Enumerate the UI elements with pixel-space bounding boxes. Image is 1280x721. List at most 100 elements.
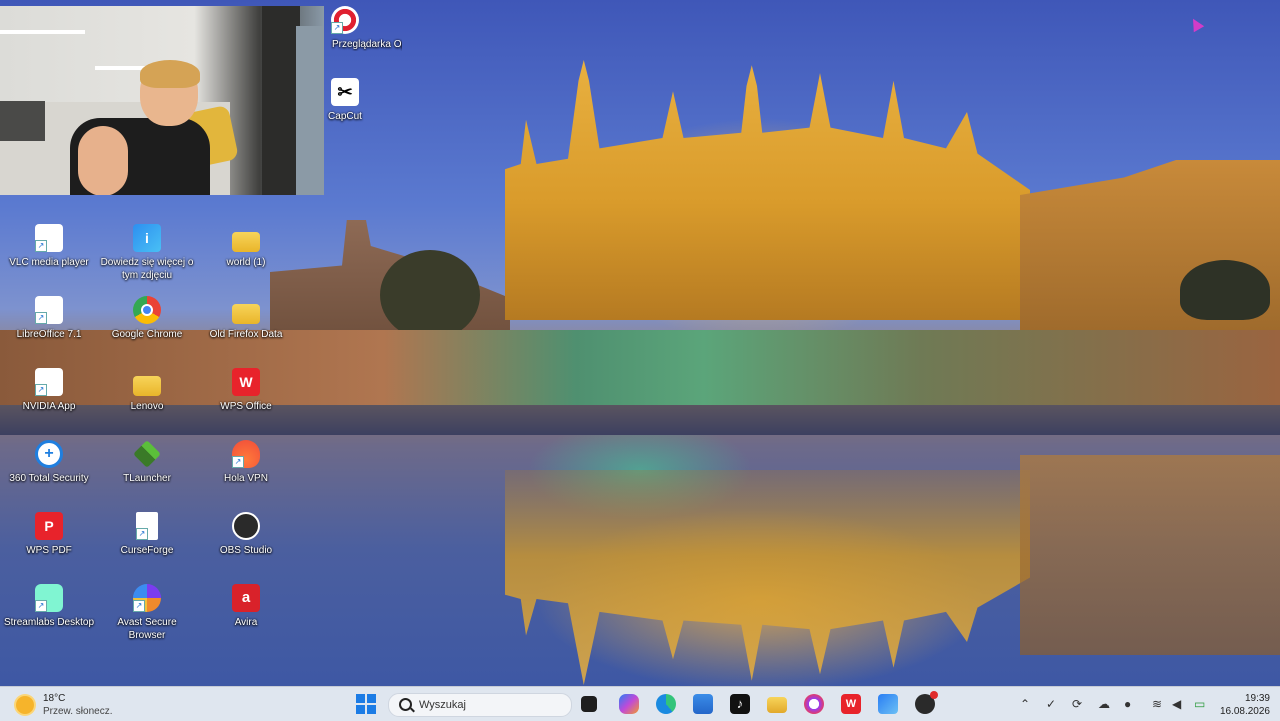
streamlabs-icon: ↗ — [35, 584, 63, 612]
taskbar-search-box[interactable]: Wyszukaj — [388, 693, 572, 717]
webcam-arm — [78, 126, 128, 195]
webcam-cushion — [0, 101, 45, 141]
wps-office-icon[interactable]: W — [841, 694, 861, 714]
wifi-icon[interactable]: ≋ — [1152, 698, 1162, 710]
wps-pdf-icon: P — [35, 512, 63, 540]
desktop-icon-360-total-security[interactable]: + 360 Total Security — [0, 440, 98, 485]
file-icon: ↗ — [136, 512, 158, 540]
obs-studio-icon[interactable] — [915, 691, 938, 714]
outlook-icon[interactable] — [878, 694, 898, 714]
tray-app-icon[interactable]: ✓ — [1046, 698, 1056, 710]
vlc-icon: ↗ — [35, 224, 63, 252]
desktop-icon-curseforge[interactable]: ↗ CurseForge — [98, 512, 196, 557]
desktop-icon-libreoffice[interactable]: ↗ LibreOffice 7.1 — [0, 296, 98, 341]
hola-icon: ↗ — [232, 440, 260, 468]
desktop-icon-streamlabs[interactable]: ↗ Streamlabs Desktop — [0, 584, 98, 629]
desktop-icon-chrome[interactable]: Google Chrome — [98, 296, 196, 341]
desktop-icon-label: Streamlabs Desktop — [3, 617, 95, 628]
mouse-cursor-icon — [1187, 15, 1205, 33]
wallpaper-tree — [380, 250, 480, 340]
nvidia-icon: ↗ — [35, 368, 63, 396]
cloud-icon[interactable]: ☁ — [1098, 698, 1110, 710]
desktop-icon-opera[interactable]: ↗ Przeglądarka Opera — [296, 6, 402, 51]
folder-icon — [133, 376, 161, 396]
task-view-icon[interactable] — [581, 696, 597, 712]
security-icon: + — [35, 440, 63, 468]
desktop-icon-vlc[interactable]: ↗ VLC media player — [0, 224, 98, 269]
sun-icon — [16, 696, 34, 714]
sync-icon[interactable]: ⟳ — [1072, 698, 1082, 710]
desktop-icon-label: Avira — [234, 617, 258, 628]
desktop-icon-label: WPS PDF — [26, 545, 72, 556]
folder-icon — [232, 232, 260, 252]
folder-icon — [232, 304, 260, 324]
edge-icon[interactable] — [656, 694, 676, 714]
taskbar-clock[interactable]: 19:39 16.08.2026 — [1220, 692, 1270, 718]
desktop-icon-learn-more[interactable]: i Dowiedz się więcej o tym zdjęciu — [98, 224, 196, 282]
libreoffice-icon: ↗ — [35, 296, 63, 324]
desktop-icon-lenovo[interactable]: Lenovo — [98, 368, 196, 413]
opera-icon: ↗ — [331, 6, 359, 34]
weather-temperature: 18°C — [43, 693, 66, 704]
desktop-icon-capcut[interactable]: ✂ CapCut — [296, 78, 394, 123]
opera-gx-icon[interactable] — [804, 694, 824, 714]
obs-icon — [232, 512, 260, 540]
start-button[interactable] — [356, 694, 376, 714]
desktop-icon-tlauncher[interactable]: TLauncher — [98, 440, 196, 485]
desktop-icon-label: Lenovo — [130, 401, 164, 412]
desktop-icon-label: VLC media player — [9, 257, 89, 268]
desktop-icon-label: Google Chrome — [111, 329, 183, 340]
webcam-shelf — [0, 30, 85, 34]
desktop-icon-label: CapCut — [328, 111, 362, 122]
desktop-icon-label: LibreOffice 7.1 — [16, 329, 82, 340]
desktop-icon-label: TLauncher — [123, 473, 171, 484]
search-icon — [399, 698, 412, 711]
desktop-icon-hola-vpn[interactable]: ↗ Hola VPN — [197, 440, 295, 485]
capcut-icon: ✂ — [331, 78, 359, 106]
desktop-icon-wps-pdf[interactable]: P WPS PDF — [0, 512, 98, 557]
tiktok-icon[interactable]: ♪ — [730, 694, 750, 714]
desktop-icon-obs-studio[interactable]: OBS Studio — [197, 512, 295, 557]
webcam-door — [262, 6, 300, 195]
taskbar: 18°C Przew. słonecz. Wyszukaj ♪ W ⌃ ✓ ⟳ … — [0, 686, 1280, 721]
desktop-icon-old-firefox-data[interactable]: Old Firefox Data — [197, 296, 295, 341]
search-placeholder: Wyszukaj — [419, 699, 466, 711]
desktop-icon-world[interactable]: world (1) — [197, 224, 295, 269]
microsoft-store-icon[interactable] — [693, 694, 713, 714]
desktop-icon-label: WPS Office — [220, 401, 272, 412]
chevron-up-icon[interactable]: ⌃ — [1020, 698, 1030, 710]
wallpaper-palace-reflection — [1020, 455, 1280, 655]
desktop-icon-label: world (1) — [226, 257, 266, 268]
desktop-icon-label: 360 Total Security — [9, 473, 89, 484]
tlauncher-icon — [133, 440, 161, 468]
copilot-icon[interactable] — [619, 694, 639, 714]
desktop-icon-label: Old Firefox Data — [209, 329, 283, 340]
webcam-hair — [140, 60, 200, 88]
desktop-icon-avira[interactable]: a Avira — [197, 584, 295, 629]
desktop-icon-label: OBS Studio — [219, 545, 273, 556]
clock-date: 16.08.2026 — [1219, 706, 1270, 717]
desktop-icon-label: Przeglądarka Opera — [332, 39, 402, 50]
webcam-overlay — [0, 6, 324, 195]
desktop-icon-label: Dowiedz się więcej o tym zdjęciu — [100, 257, 194, 281]
microphone-icon[interactable]: ● — [1124, 698, 1131, 710]
battery-icon[interactable]: ▭ — [1194, 698, 1205, 710]
desktop-icon-label: CurseForge — [120, 545, 174, 556]
desktop-icon-avast-browser[interactable]: ↗ Avast Secure Browser — [98, 584, 196, 642]
wps-office-icon: W — [232, 368, 260, 396]
clock-time: 19:39 — [1244, 693, 1270, 704]
chrome-icon — [133, 296, 161, 324]
avast-icon: ↗ — [133, 584, 161, 612]
weather-description: Przew. słonecz. — [43, 706, 113, 717]
desktop-icon-nvidia[interactable]: ↗ NVIDIA App — [0, 368, 98, 413]
wallpaper-reflection — [505, 470, 1030, 685]
desktop-icon-wps-office[interactable]: W WPS Office — [197, 368, 295, 413]
desktop-icon-label: Hola VPN — [224, 473, 268, 484]
avira-icon: a — [232, 584, 260, 612]
file-explorer-icon[interactable] — [767, 697, 787, 713]
info-icon: i — [133, 224, 161, 252]
desktop-icon-label: NVIDIA App — [22, 401, 76, 412]
desktop-icon-label: Avast Secure Browser — [117, 617, 177, 641]
wallpaper-palm — [1180, 260, 1270, 320]
speaker-icon[interactable]: ◀ — [1172, 698, 1181, 710]
